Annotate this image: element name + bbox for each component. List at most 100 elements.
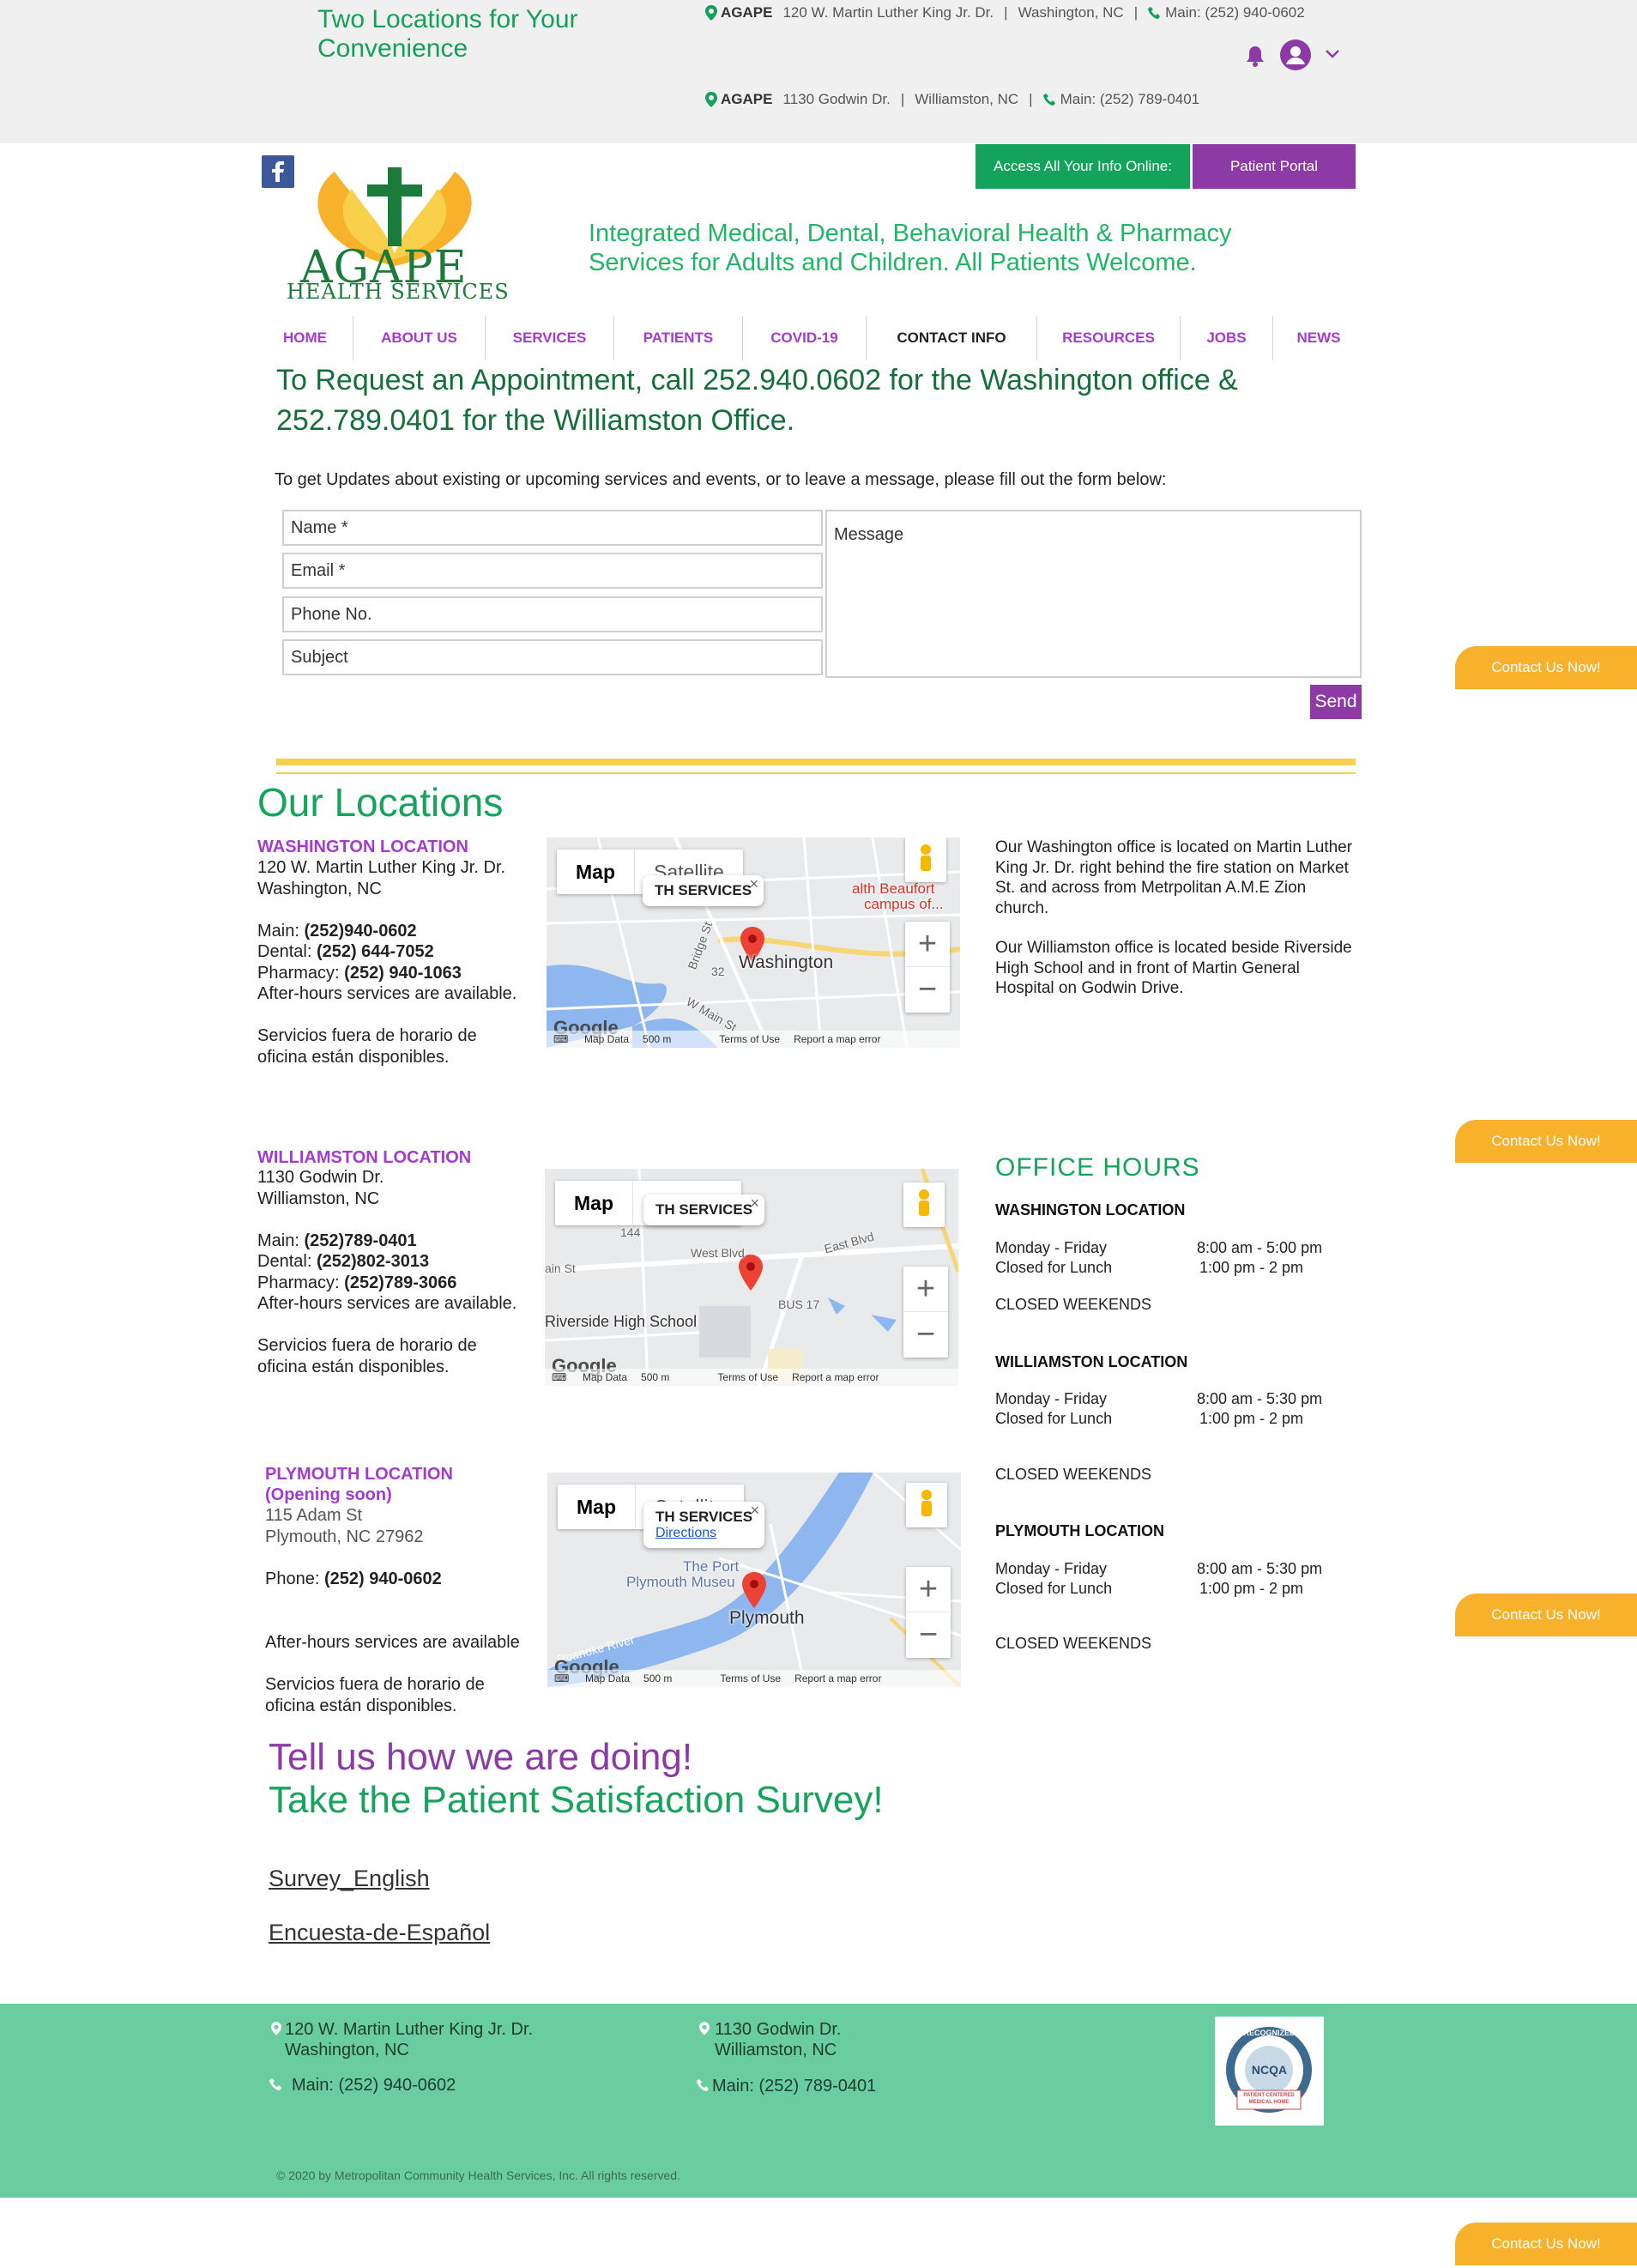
close-icon[interactable]: ×	[750, 875, 759, 893]
directions-link[interactable]: Directions	[655, 1526, 752, 1541]
map-shield: BUS 17	[778, 1297, 820, 1311]
pegman-icon[interactable]	[903, 1182, 945, 1227]
appointment-text: To Request an Appointment, call 252.940.…	[276, 364, 1238, 437]
zoom-out-button[interactable]: −	[906, 1612, 951, 1658]
washington-directions-text: Our Washington office is located on Mart…	[995, 838, 1353, 917]
nav-home[interactable]: HOME	[257, 316, 353, 360]
chevron-down-icon[interactable]	[1325, 48, 1340, 60]
nav-news[interactable]: NEWS	[1273, 316, 1364, 360]
zoom-in-button[interactable]: +	[906, 1567, 951, 1612]
hours-washington-title: WASHINGTON LOCATION	[995, 1201, 1186, 1219]
form-intro: To get Updates about existing or upcomin…	[275, 470, 1167, 489]
map-type-map[interactable]: Map	[557, 850, 635, 894]
washington-details: 120 W. Martin Luther King Jr. Dr. Washin…	[257, 858, 517, 1067]
map-poi: campus of...	[864, 896, 944, 912]
map-footer: ⌨ Map Data 500 m Terms of Use Report a m…	[545, 1369, 958, 1386]
map-marker-icon[interactable]	[741, 1572, 767, 1608]
plymouth-map[interactable]: Map Satellite TH SERVICES × Directions T…	[547, 1473, 961, 1687]
hours-value: 1:00 pm - 2 pm	[1199, 1410, 1304, 1427]
map-info-window: TH SERVICES × Directions	[643, 1502, 765, 1548]
close-icon[interactable]: ×	[751, 1194, 760, 1213]
map-shield: 144	[620, 1225, 641, 1239]
hours-weekends: CLOSED WEEKENDS	[995, 1635, 1152, 1652]
williamston-details: 1130 Godwin Dr. Williamston, NC Main: (2…	[257, 1168, 517, 1376]
plymouth-details: 115 Adam St Plymouth, NC 27962 Phone: (2…	[265, 1506, 442, 1588]
phone-icon	[697, 2079, 709, 2091]
map-shield: 32	[711, 965, 725, 978]
map-type-map[interactable]: Map	[558, 1485, 636, 1529]
access-info-button[interactable]: Access All Your Info Online:	[976, 144, 1190, 189]
hours-value: 8:00 am - 5:30 pm	[1197, 1560, 1323, 1577]
map-info-window: TH SERVICES ×	[643, 875, 764, 906]
hours-weekends: CLOSED WEEKENDS	[995, 1296, 1152, 1313]
contact-us-now-button[interactable]: Contact Us Now!	[1455, 646, 1637, 689]
footer-phone-washington[interactable]: Main: (252) 940-0602	[292, 2075, 456, 2096]
washington-title: WASHINGTON LOCATION	[257, 838, 468, 856]
williamston-map[interactable]: Map Satellite TH SERVICES × West Blvd Ea…	[545, 1169, 958, 1386]
washington-map[interactable]: Map Satellite TH SERVICES × alth Beaufor…	[547, 838, 960, 1048]
divider	[276, 759, 1356, 765]
location-pin-icon	[699, 2022, 710, 2035]
email-field[interactable]: Email *	[282, 553, 823, 589]
user-avatar-icon[interactable]	[1280, 39, 1311, 70]
contact-us-now-button[interactable]: Contact Us Now!	[1455, 1120, 1637, 1163]
close-icon[interactable]: ×	[751, 1502, 760, 1520]
footer-address-washington: 120 W. Martin Luther King Jr. Dr. Washin…	[285, 2020, 534, 2059]
phone-field[interactable]: Phone No.	[282, 596, 823, 632]
map-footer: ⌨ Map Data 500 m Terms of Use Report a m…	[547, 1670, 961, 1687]
zoom-control: + −	[903, 1267, 948, 1358]
nav-jobs[interactable]: JOBS	[1181, 316, 1273, 360]
phone-icon	[1148, 7, 1161, 19]
send-button[interactable]: Send	[1310, 685, 1362, 719]
phone-icon	[1042, 94, 1055, 106]
hours-label: Closed for Lunch	[995, 1259, 1113, 1276]
zoom-in-button[interactable]: +	[903, 1267, 948, 1312]
map-city-label: Washington	[739, 953, 834, 972]
map-school-label: Riverside High School	[545, 1313, 698, 1330]
nav-services[interactable]: SERVICES	[486, 316, 614, 360]
map-road-label: West Blvd	[691, 1246, 745, 1260]
survey-english-link[interactable]: Survey_English	[269, 1866, 430, 1892]
hours-value: 1:00 pm - 2 pm	[1199, 1580, 1304, 1597]
zoom-out-button[interactable]: −	[903, 1312, 948, 1358]
survey-heading-line2: Take the Patient Satisfaction Survey!	[269, 1779, 884, 1821]
footer-address-williamston: 1130 Godwin Dr. Williamston, NC	[715, 2020, 842, 2059]
footer-phone-williamston[interactable]: Main: (252) 789-0401	[712, 2076, 876, 2096]
notification-bell-icon[interactable]	[1246, 45, 1265, 67]
top-address-washington: AGAPE 120 W. Martin Luther King Jr. Dr. …	[705, 4, 1305, 21]
nav-contact-info[interactable]: CONTACT INFO	[867, 316, 1037, 360]
map-info-window: TH SERVICES ×	[643, 1194, 765, 1225]
subject-field[interactable]: Subject	[282, 639, 823, 675]
hours-value: 8:00 am - 5:00 pm	[1197, 1239, 1323, 1256]
hours-plymouth-title: PLYMOUTH LOCATION	[995, 1522, 1164, 1539]
survey-spanish-link[interactable]: Encuesta-de-Español	[269, 1920, 490, 1946]
map-type-map[interactable]: Map	[555, 1181, 633, 1225]
hours-weekends: CLOSED WEEKENDS	[995, 1466, 1152, 1483]
nav-covid-19[interactable]: COVID-19	[743, 316, 867, 360]
phone-icon	[269, 2078, 281, 2090]
patient-portal-button[interactable]: Patient Portal	[1193, 144, 1356, 189]
pegman-icon[interactable]	[906, 1483, 947, 1527]
hours-label: Monday - Friday	[995, 1239, 1108, 1256]
pegman-icon[interactable]	[905, 838, 946, 882]
office-hours-title: OFFICE HOURS	[995, 1153, 1200, 1182]
hours-williamston-title: WILLIAMSTON LOCATION	[995, 1353, 1188, 1370]
zoom-out-button[interactable]: −	[905, 967, 950, 1013]
zoom-control: + −	[906, 1567, 951, 1658]
zoom-in-button[interactable]: +	[905, 922, 950, 967]
locations-heading: Our Locations	[257, 780, 504, 825]
nav-about-us[interactable]: ABOUT US	[353, 316, 486, 360]
survey-heading-line1: Tell us how we are doing!	[269, 1736, 693, 1778]
nav-patients[interactable]: PATIENTS	[614, 316, 743, 360]
hours-value: 1:00 pm - 2 pm	[1199, 1259, 1304, 1276]
location-pin-icon	[705, 5, 717, 21]
map-footer: ⌨ Map Data 500 m Terms of Use Report a m…	[547, 1031, 960, 1048]
contact-us-now-button[interactable]: Contact Us Now!	[1455, 2223, 1637, 2265]
message-field[interactable]: Message	[825, 510, 1362, 678]
contact-us-now-button[interactable]: Contact Us Now!	[1455, 1594, 1637, 1636]
map-poi: alth Beaufort	[852, 880, 935, 897]
map-marker-icon[interactable]	[738, 1255, 764, 1291]
nav-resources[interactable]: RESOURCES	[1037, 316, 1181, 360]
zoom-control: + −	[905, 922, 950, 1013]
name-field[interactable]: Name *	[282, 510, 823, 546]
